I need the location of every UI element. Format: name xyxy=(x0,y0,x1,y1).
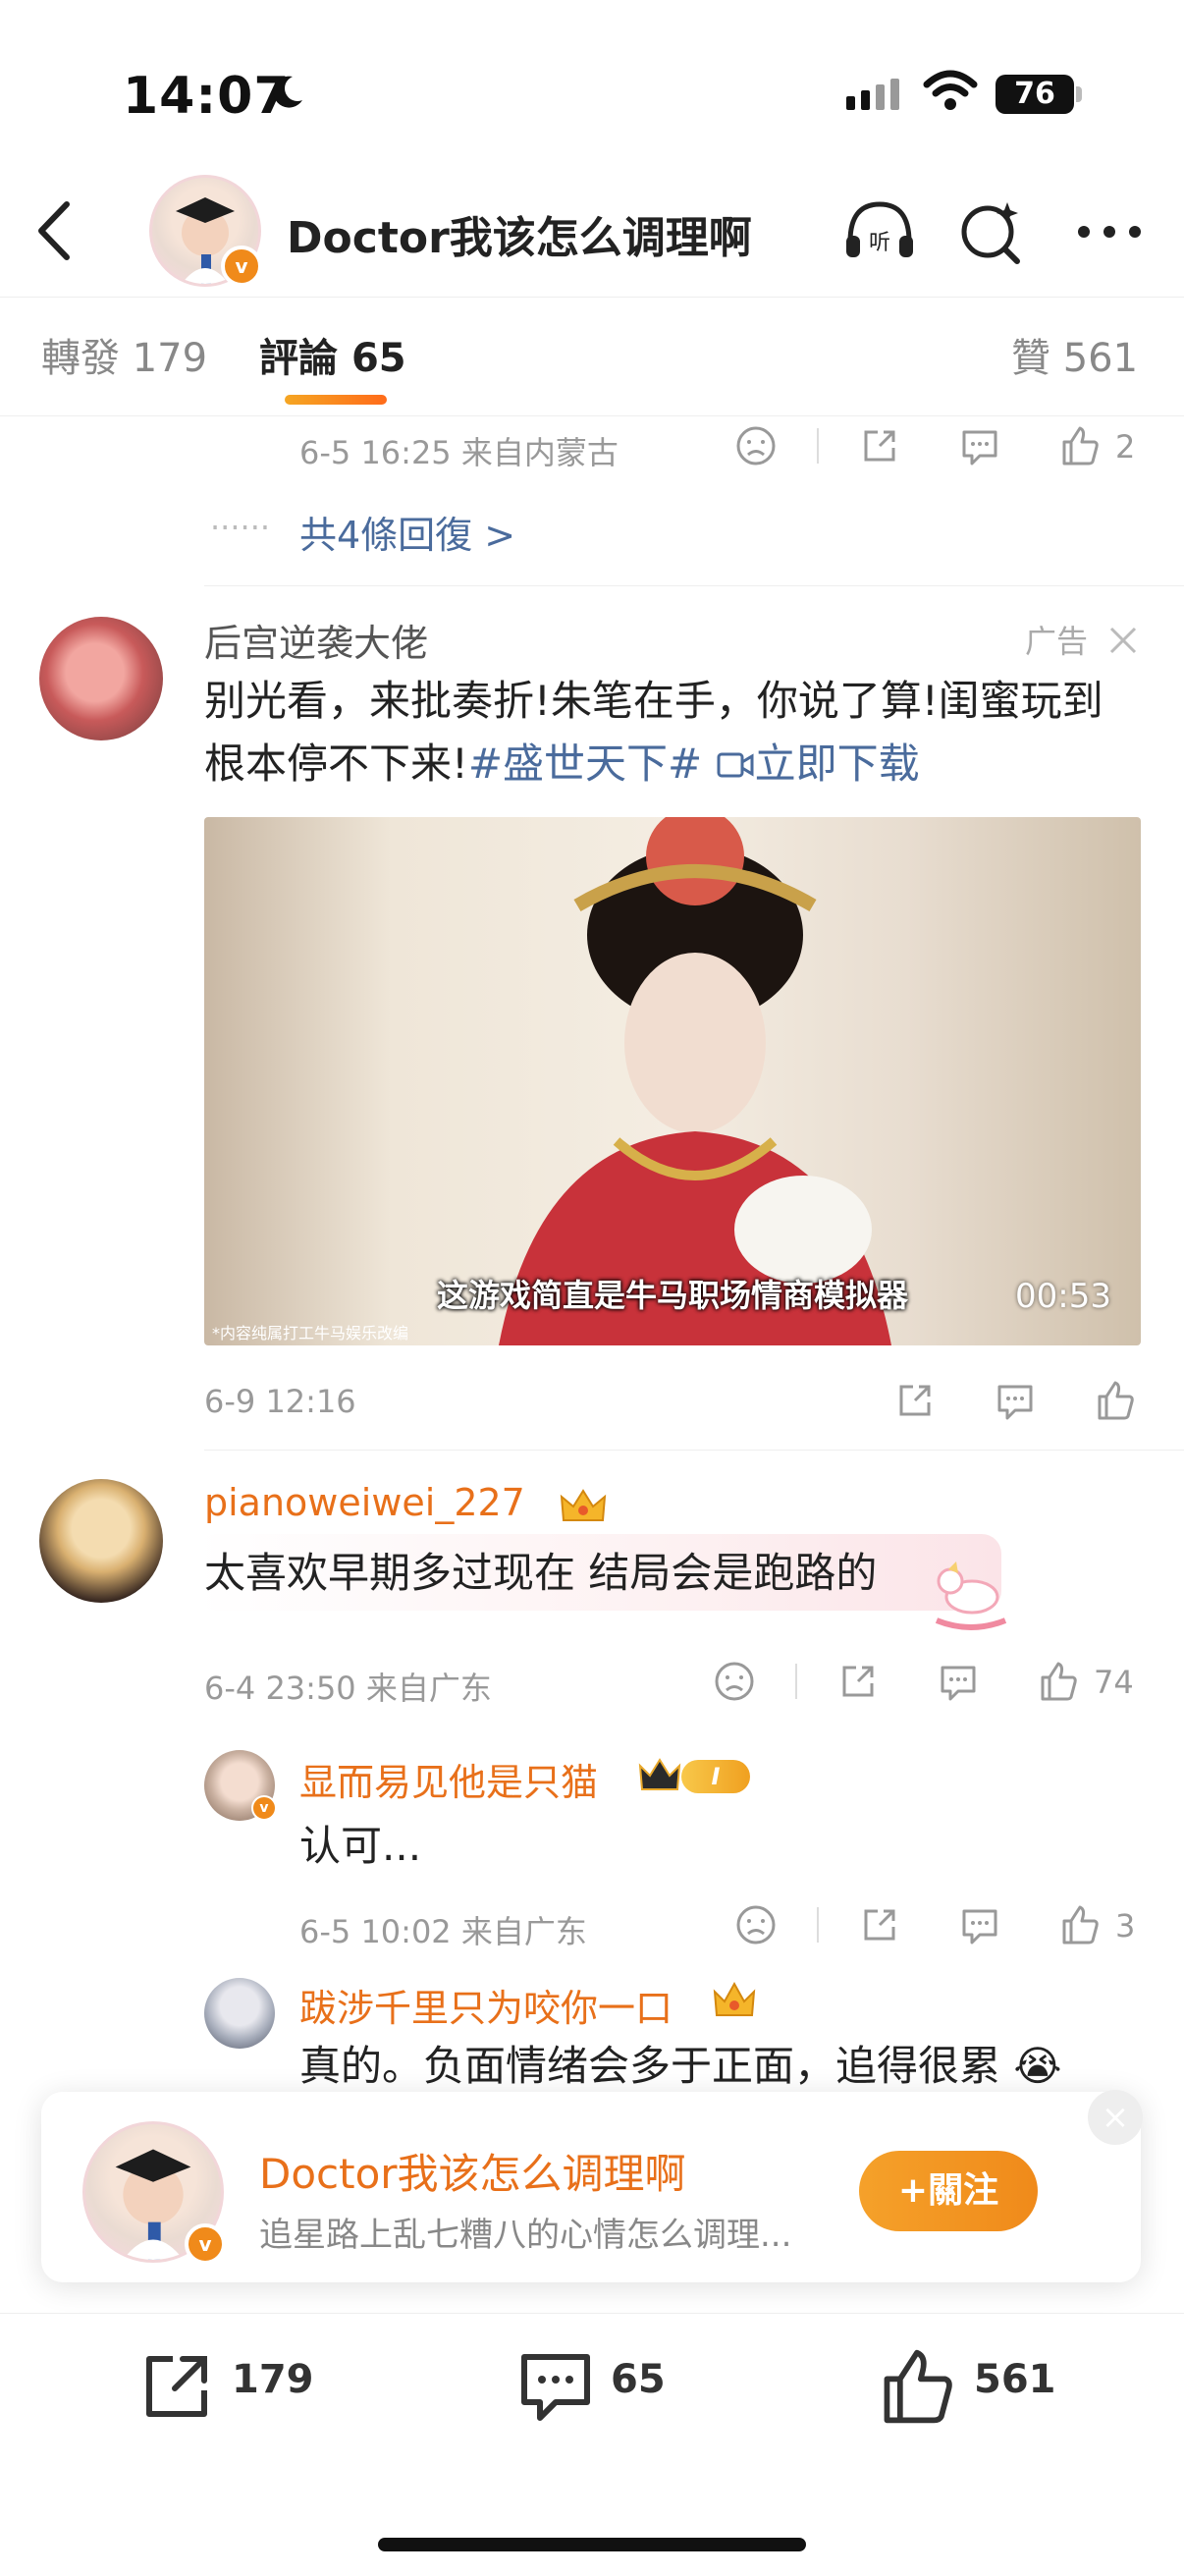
comment-count[interactable]: 65 xyxy=(611,2357,666,2402)
close-icon[interactable] xyxy=(1103,621,1143,660)
reply-meta: 6-5 10:02 来自广东 xyxy=(299,1913,587,1950)
tab-comments[interactable]: 評論 65 xyxy=(259,326,406,383)
share-icon[interactable] xyxy=(836,1660,880,1703)
dots-separator: ······ xyxy=(210,509,271,546)
follow-button[interactable]: +關注 xyxy=(859,2151,1038,2231)
battery-tip xyxy=(1076,86,1082,102)
comment-username[interactable]: pianoweiwei_227 xyxy=(204,1481,525,1524)
tab-active-indicator xyxy=(285,395,387,405)
comment-meta: 6-4 23:50 来自广东 xyxy=(204,1670,492,1707)
crown-icon xyxy=(638,1758,681,1790)
back-arrow-icon[interactable] xyxy=(31,196,81,265)
reply-avatar[interactable] xyxy=(204,1978,275,2049)
divider xyxy=(204,585,1184,586)
reply-meta: 6-5 16:25 来自内蒙古 xyxy=(299,434,619,471)
reply-text: 真的。负面情绪会多于正面，追得很累 😭 xyxy=(299,2042,1062,2090)
share-icon[interactable] xyxy=(893,1379,937,1422)
card-description: 追星路上乱七糟八的心情怎么调理... xyxy=(259,2216,792,2255)
like-icon[interactable] xyxy=(1037,1660,1080,1703)
signal-icon xyxy=(846,79,905,110)
ad-text: 别光看，来批奏折!朱笔在手，你说了算!闺蜜玩到根本停不下来!#盛世天下# 立即下… xyxy=(204,677,1103,788)
verified-badge: v xyxy=(221,246,262,287)
tab-likes[interactable]: 贊 561 xyxy=(1011,326,1138,383)
like-count: 74 xyxy=(1094,1664,1134,1701)
status-time: 14:07 xyxy=(123,67,291,126)
video-caption: 这游戏简直是牛马职场情商模拟器 xyxy=(436,1277,908,1314)
wifi-icon xyxy=(923,70,978,110)
dislike-face-icon[interactable] xyxy=(734,424,778,467)
video-camera-icon xyxy=(717,752,754,778)
commenter-avatar[interactable] xyxy=(39,1479,163,1603)
download-link[interactable]: 立即下载 xyxy=(716,740,920,788)
video-thumbnail xyxy=(499,817,891,1345)
verified-badge: v xyxy=(185,2223,226,2265)
share-icon[interactable] xyxy=(858,1903,901,1946)
like-count[interactable]: 561 xyxy=(974,2357,1056,2402)
ad-avatar[interactable] xyxy=(39,617,163,740)
svg-text:听: 听 xyxy=(869,231,890,255)
card-name[interactable]: Doctor我该怎么调理啊 xyxy=(259,2141,686,2201)
card-close-button[interactable]: × xyxy=(1088,2090,1143,2145)
dislike-face-icon[interactable] xyxy=(713,1660,756,1703)
repost-count[interactable]: 179 xyxy=(232,2357,314,2402)
like-count: 2 xyxy=(1115,428,1136,466)
rocking-horse-icon xyxy=(935,1562,1007,1630)
divider xyxy=(204,1450,1184,1451)
crown-icon xyxy=(713,1981,756,2016)
video-note: *内容纯属打工牛马娱乐改编 xyxy=(212,1324,409,1343)
comment-icon[interactable] xyxy=(937,1660,980,1703)
battery-indicator: 76 xyxy=(996,75,1074,114)
divider-vertical xyxy=(795,1664,797,1699)
more-replies-link[interactable]: 共4條回復 > xyxy=(299,505,515,559)
home-indicator[interactable] xyxy=(378,2538,806,2551)
like-count: 3 xyxy=(1115,1907,1136,1945)
repost-icon[interactable] xyxy=(137,2347,216,2426)
level-badge: I xyxy=(681,1760,750,1793)
comment-icon[interactable] xyxy=(958,424,1001,467)
reply-text: 认可... xyxy=(299,1822,422,1870)
reply-username[interactable]: 跋涉千里只为咬你一口 xyxy=(299,1978,673,2032)
search-icon[interactable] xyxy=(952,192,1031,271)
reply-username[interactable]: 显而易见他是只猫 xyxy=(299,1752,598,1806)
crying-emoji: 😭 xyxy=(1013,2042,1062,2090)
hashtag-link[interactable]: #盛世天下# xyxy=(468,740,702,788)
like-icon[interactable] xyxy=(1058,424,1102,467)
like-icon[interactable] xyxy=(1058,1903,1102,1946)
divider-vertical xyxy=(817,428,819,464)
divider-vertical xyxy=(817,1907,819,1943)
video-duration: 00:53 xyxy=(1015,1277,1111,1316)
verified-badge: v xyxy=(251,1795,277,1821)
moon-icon xyxy=(273,76,302,108)
page-title: Doctor我该怎么调理啊 xyxy=(287,213,752,263)
ad-video[interactable]: 这游戏简直是牛马职场情商模拟器 00:53 *内容纯属打工牛马娱乐改编 xyxy=(204,817,1141,1345)
tab-repost[interactable]: 轉發 179 xyxy=(41,326,207,383)
dislike-face-icon[interactable] xyxy=(734,1903,778,1946)
more-icon[interactable] xyxy=(1070,192,1149,271)
like-icon[interactable] xyxy=(876,2345,958,2428)
listen-icon[interactable]: 听 xyxy=(840,192,919,271)
ad-label: 广告 xyxy=(1025,623,1089,660)
comment-icon[interactable] xyxy=(994,1379,1037,1422)
comment-text: 太喜欢早期多过现在 结局会是跑路的 xyxy=(204,1549,878,1597)
ad-username[interactable]: 后宫逆袭大佬 xyxy=(204,613,428,667)
like-icon[interactable] xyxy=(1094,1379,1137,1422)
ad-meta: 6-9 12:16 xyxy=(204,1383,356,1420)
comment-icon[interactable] xyxy=(516,2347,595,2426)
crown-icon xyxy=(560,1489,607,1521)
share-icon[interactable] xyxy=(858,424,901,467)
comment-icon[interactable] xyxy=(958,1903,1001,1946)
